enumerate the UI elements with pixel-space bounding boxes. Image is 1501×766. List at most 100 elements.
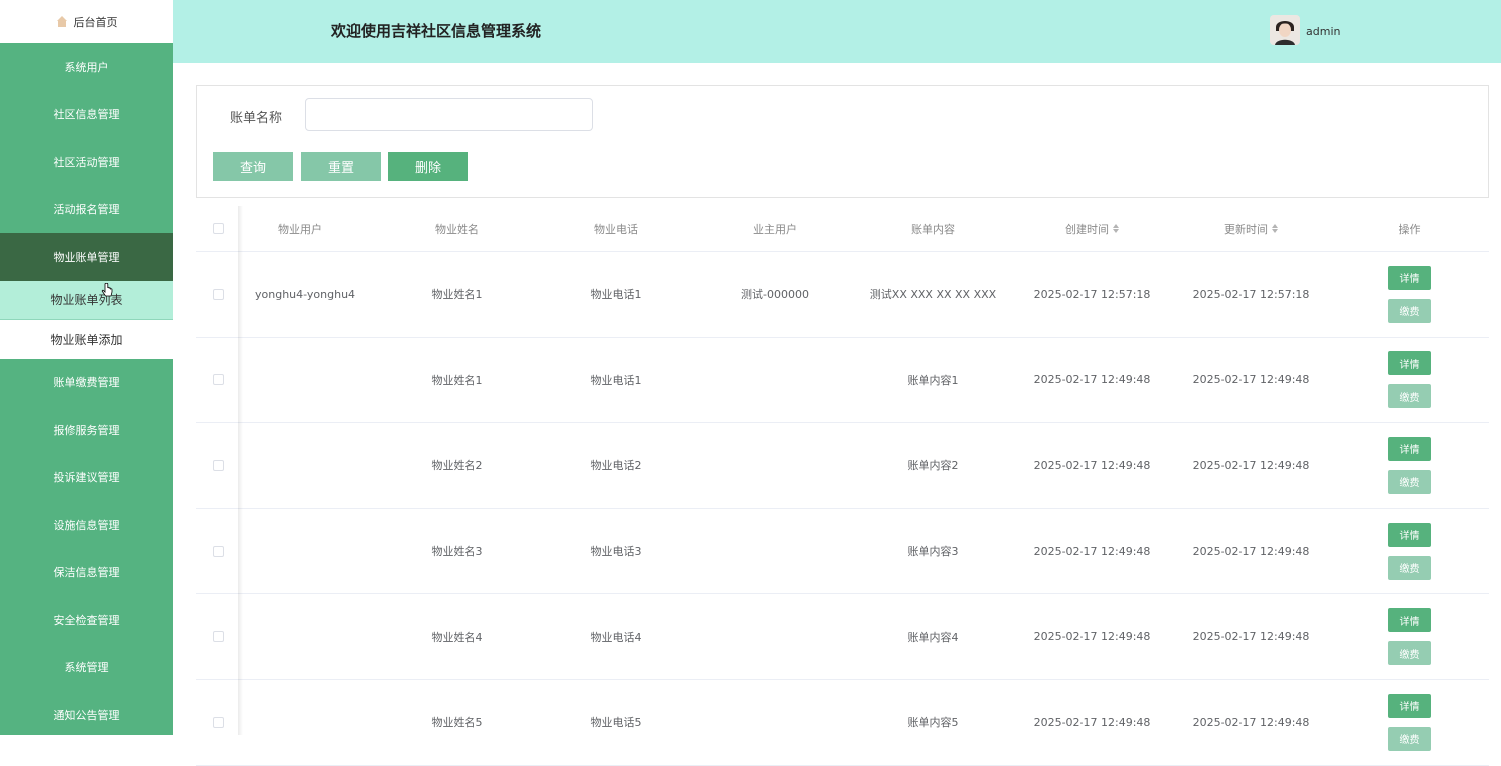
column-header-property-phone: 物业电话 [594, 222, 638, 236]
sidebar-item-bill-payments[interactable]: 账单缴费管理 [0, 359, 173, 407]
sidebar-item-activity-signup[interactable]: 活动报名管理 [0, 186, 173, 234]
username[interactable]: admin [1306, 25, 1340, 38]
sidebar-item-label: 通知公告管理 [53, 708, 120, 722]
select-all-checkbox[interactable] [212, 223, 224, 234]
cell-actions: 详情 缴费 [1330, 338, 1489, 423]
row-checkbox[interactable] [212, 459, 224, 471]
sidebar-item-repair-service[interactable]: 报修服务管理 [0, 406, 173, 454]
row-checkbox[interactable] [212, 631, 224, 643]
row-checkbox[interactable] [212, 288, 224, 300]
cell-property-name: 物业姓名5 [431, 716, 483, 730]
sort-icon[interactable] [1272, 224, 1278, 233]
reset-button[interactable]: 重置 [301, 152, 381, 181]
bill-name-label: 账单名称 [230, 111, 283, 126]
cell-created-time: 2025-02-17 12:57:18 [1033, 287, 1151, 301]
cell-created-time: 2025-02-17 12:49:48 [1033, 458, 1151, 472]
cell-property-phone: 物业电话1 [590, 373, 642, 387]
sidebar-item-label: 账单缴费管理 [53, 376, 120, 390]
cell-property-phone: 物业电话5 [590, 716, 642, 730]
column-header-bill-content: 账单内容 [911, 222, 955, 236]
cell-property-user [240, 509, 360, 594]
sidebar-item-label: 社区信息管理 [53, 108, 120, 122]
cell-owner-user [696, 338, 854, 423]
sidebar-item-property-bills[interactable]: 物业账单管理 [0, 233, 173, 281]
delete-button[interactable]: 删除 [388, 152, 468, 181]
table-row: 物业姓名5 物业电话5 账单内容5 2025-02-17 12:49:48 20… [196, 680, 1489, 766]
detail-button[interactable]: 详情 [1388, 265, 1431, 290]
pay-button[interactable]: 缴费 [1388, 555, 1431, 580]
sidebar-home[interactable]: 后台首页 [0, 0, 173, 43]
cell-property-user [240, 680, 360, 765]
pay-button[interactable]: 缴费 [1388, 384, 1431, 409]
sidebar-item-safety-check[interactable]: 安全检查管理 [0, 596, 173, 644]
pay-button[interactable]: 缴费 [1388, 726, 1431, 751]
search-panel: 账单名称 查询 重置 删除 [196, 85, 1489, 198]
column-header-actions: 操作 [1398, 222, 1421, 236]
table-row: 物业姓名1 物业电话1 账单内容1 2025-02-17 12:49:48 20… [196, 338, 1489, 424]
detail-button[interactable]: 详情 [1388, 436, 1431, 461]
sidebar-item-label: 安全检查管理 [53, 613, 120, 627]
cell-property-phone: 物业电话1 [590, 288, 642, 302]
table-row: 物业姓名2 物业电话2 账单内容2 2025-02-17 12:49:48 20… [196, 423, 1489, 509]
hand-cursor-icon [101, 283, 113, 297]
sidebar: 后台首页 系统用户 社区信息管理 社区活动管理 活动报名管理 物业账单管理 物业… [0, 0, 173, 735]
detail-button[interactable]: 详情 [1388, 693, 1431, 718]
cell-created-time: 2025-02-17 12:49:48 [1033, 373, 1151, 387]
column-header-updated-time[interactable]: 更新时间 [1172, 206, 1330, 251]
detail-button[interactable]: 详情 [1388, 608, 1431, 633]
cell-property-phone: 物业电话3 [590, 545, 642, 559]
sidebar-home-label: 后台首页 [73, 15, 118, 29]
cell-updated-time: 2025-02-17 12:49:48 [1192, 373, 1310, 387]
column-header-property-user: 物业用户 [278, 222, 322, 236]
sidebar-item-community-activities[interactable]: 社区活动管理 [0, 138, 173, 186]
header-checkbox-cell [196, 206, 240, 251]
row-checkbox[interactable] [212, 374, 224, 386]
sidebar-item-label: 系统管理 [64, 661, 109, 675]
sidebar-item-complaints[interactable]: 投诉建议管理 [0, 454, 173, 502]
sidebar-item-notices[interactable]: 通知公告管理 [0, 691, 173, 735]
pay-button[interactable]: 缴费 [1388, 641, 1431, 666]
table-row: 物业姓名3 物业电话3 账单内容3 2025-02-17 12:49:48 20… [196, 509, 1489, 595]
sidebar-item-label: 物业账单管理 [53, 250, 120, 264]
sidebar-item-system-users[interactable]: 系统用户 [0, 43, 173, 91]
sidebar-item-cleaning[interactable]: 保洁信息管理 [0, 549, 173, 597]
sidebar-item-community-info[interactable]: 社区信息管理 [0, 91, 173, 139]
sidebar-item-label: 社区活动管理 [53, 155, 120, 169]
query-button[interactable]: 查询 [213, 152, 293, 181]
pay-button[interactable]: 缴费 [1388, 469, 1431, 494]
cell-property-name: 物业姓名3 [431, 545, 483, 559]
home-icon [56, 15, 68, 28]
sidebar-item-facilities[interactable]: 设施信息管理 [0, 501, 173, 549]
cell-property-name: 物业姓名4 [431, 630, 483, 644]
cell-actions: 详情 缴费 [1330, 594, 1489, 679]
row-checkbox[interactable] [212, 545, 224, 557]
sort-icon[interactable] [1113, 224, 1119, 233]
cell-created-time: 2025-02-17 12:49:48 [1033, 630, 1151, 644]
detail-button[interactable]: 详情 [1388, 522, 1431, 547]
cell-owner-user: 测试-000000 [741, 288, 809, 302]
cell-updated-time: 2025-02-17 12:57:18 [1192, 287, 1310, 301]
sidebar-subitem-label: 物业账单添加 [50, 332, 123, 347]
column-header-property-name: 物业姓名 [435, 222, 479, 236]
cell-bill-content: 测试XX XXX XX XX XXX [869, 288, 997, 302]
cell-created-time: 2025-02-17 12:49:48 [1033, 715, 1151, 729]
table-header-row: 物业用户 物业姓名 物业电话 业主用户 账单内容 创建时间 更新时间 操作 [196, 206, 1489, 252]
cell-bill-content: 账单内容5 [907, 716, 959, 730]
cell-actions: 详情 缴费 [1330, 680, 1489, 765]
bill-table: 物业用户 物业姓名 物业电话 业主用户 账单内容 创建时间 更新时间 操作 yo… [196, 206, 1489, 766]
cell-property-phone: 物业电话4 [590, 630, 642, 644]
avatar[interactable] [1270, 15, 1300, 45]
cell-property-user [240, 594, 360, 679]
sidebar-subitem-bill-list[interactable]: 物业账单列表 [0, 280, 173, 320]
detail-button[interactable]: 详情 [1388, 351, 1431, 376]
column-header-created-time[interactable]: 创建时间 [1012, 206, 1172, 251]
sidebar-item-label: 活动报名管理 [53, 203, 120, 217]
cell-property-name: 物业姓名2 [431, 459, 483, 473]
pay-button[interactable]: 缴费 [1388, 298, 1431, 323]
row-checkbox[interactable] [212, 716, 224, 728]
sidebar-item-system-management[interactable]: 系统管理 [0, 644, 173, 692]
sidebar-item-label: 系统用户 [64, 60, 109, 74]
sidebar-subitem-bill-add[interactable]: 物业账单添加 [0, 319, 173, 359]
cell-owner-user [696, 680, 854, 765]
bill-name-input[interactable] [305, 98, 593, 131]
